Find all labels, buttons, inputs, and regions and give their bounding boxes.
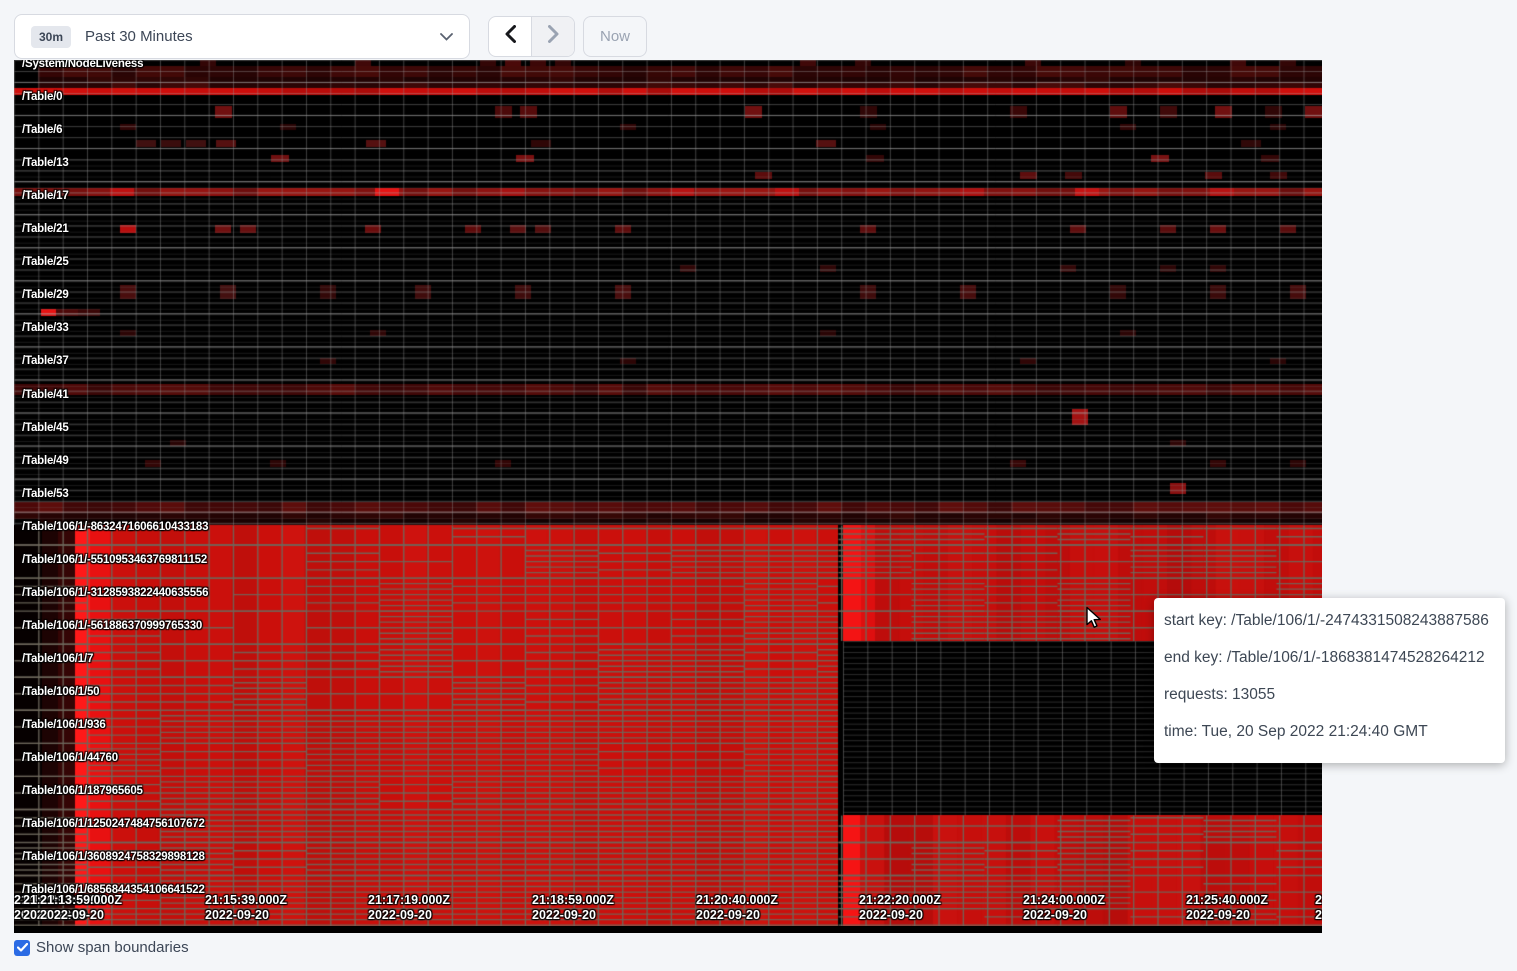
span-tooltip: start key: /Table/106/1/-247433150824388…: [1154, 598, 1505, 763]
row-label: /Table/0: [22, 91, 62, 103]
row-label: /Table/45: [22, 422, 69, 434]
row-label: /Table/106/1/-5510953463769811152: [22, 554, 207, 566]
row-label: /Table/17: [22, 190, 69, 202]
row-label: /Table/37: [22, 355, 69, 367]
time-axis-label: 21:22:20.000Z2022-09-20: [859, 893, 941, 923]
row-label: /Table/106/1/-3128593822440635556: [22, 587, 208, 599]
time-axis-label: 21:13:59.000Z2022-09-20: [40, 893, 122, 923]
row-label: /Table/33: [22, 322, 69, 334]
row-label: /Table/106/1/-561886370999765330: [22, 620, 202, 632]
chevron-right-icon: [548, 25, 559, 48]
time-range-label: Past 30 Minutes: [85, 28, 440, 45]
show-span-boundaries-checkbox[interactable]: [14, 940, 30, 956]
row-label: /Table/106/1/-8632471606610433183: [22, 521, 208, 533]
time-range-badge: 30m: [31, 26, 71, 48]
row-label: /Table/53: [22, 488, 69, 500]
row-label: /System/NodeLiveness: [22, 60, 143, 70]
tooltip-start-key: start key: /Table/106/1/-247433150824388…: [1164, 602, 1495, 639]
row-label: /Table/21: [22, 223, 69, 235]
tooltip-end-key: end key: /Table/106/1/-18683814745282642…: [1164, 639, 1495, 676]
row-label: /Table/41: [22, 389, 69, 401]
tooltip-requests: requests: 13055: [1164, 676, 1495, 713]
row-label: /Table/29: [22, 289, 69, 301]
time-axis-label: 21:15:39.000Z2022-09-20: [205, 893, 287, 923]
row-label: /Table/106/1/187965605: [22, 785, 143, 797]
footer-controls: Show span boundaries: [14, 939, 189, 956]
now-button[interactable]: Now: [583, 16, 647, 57]
time-nav-group: [488, 16, 575, 57]
time-axis-label: 21:24:00.000Z2022-09-20: [1023, 893, 1105, 923]
chevron-left-icon: [505, 25, 516, 48]
row-label: /Table/106/1/936: [22, 719, 106, 731]
time-axis-label: 21:18:59.000Z2022-09-20: [532, 893, 614, 923]
time-axis-label: 21:25:40.000Z2022-09-20: [1186, 893, 1268, 923]
row-label: /Table/49: [22, 455, 69, 467]
row-label: /Table/106/1/44760: [22, 752, 118, 764]
row-label: /Table/106/1/1250247484756107672: [22, 818, 205, 830]
row-label: /Table/6: [22, 124, 62, 136]
heatmap-canvas[interactable]: [14, 60, 1322, 926]
time-axis-label: 21:20:40.000Z2022-09-20: [696, 893, 778, 923]
heatmap-bottom-border: [14, 926, 1322, 933]
show-span-boundaries-label: Show span boundaries: [36, 939, 189, 956]
tooltip-time: time: Tue, 20 Sep 2022 21:24:40 GMT: [1164, 713, 1495, 750]
time-axis-label: 21:17:19.000Z2022-09-20: [368, 893, 450, 923]
time-range-dropdown[interactable]: 30m Past 30 Minutes: [14, 14, 470, 59]
row-label: /Table/13: [22, 157, 69, 169]
key-visualizer-page: 30m Past 30 Minutes Now /System/NodeLive…: [0, 0, 1517, 971]
time-axis-label: 21:27:20.000Z2022-09-20: [1315, 893, 1322, 923]
heatmap-panel: /System/NodeLiveness/Table/0/Table/6/Tab…: [14, 60, 1322, 933]
chevron-down-icon: [440, 28, 453, 46]
row-label: /Table/106/1/7: [22, 653, 93, 665]
mouse-cursor-icon: [1083, 606, 1105, 635]
nav-back-button[interactable]: [489, 17, 531, 56]
checkmark-icon: [17, 939, 28, 957]
nav-forward-button[interactable]: [531, 17, 574, 56]
row-label: /Table/25: [22, 256, 69, 268]
row-label: /Table/106/1/3608924758329898128: [22, 851, 205, 863]
row-label: /Table/106/1/50: [22, 686, 99, 698]
